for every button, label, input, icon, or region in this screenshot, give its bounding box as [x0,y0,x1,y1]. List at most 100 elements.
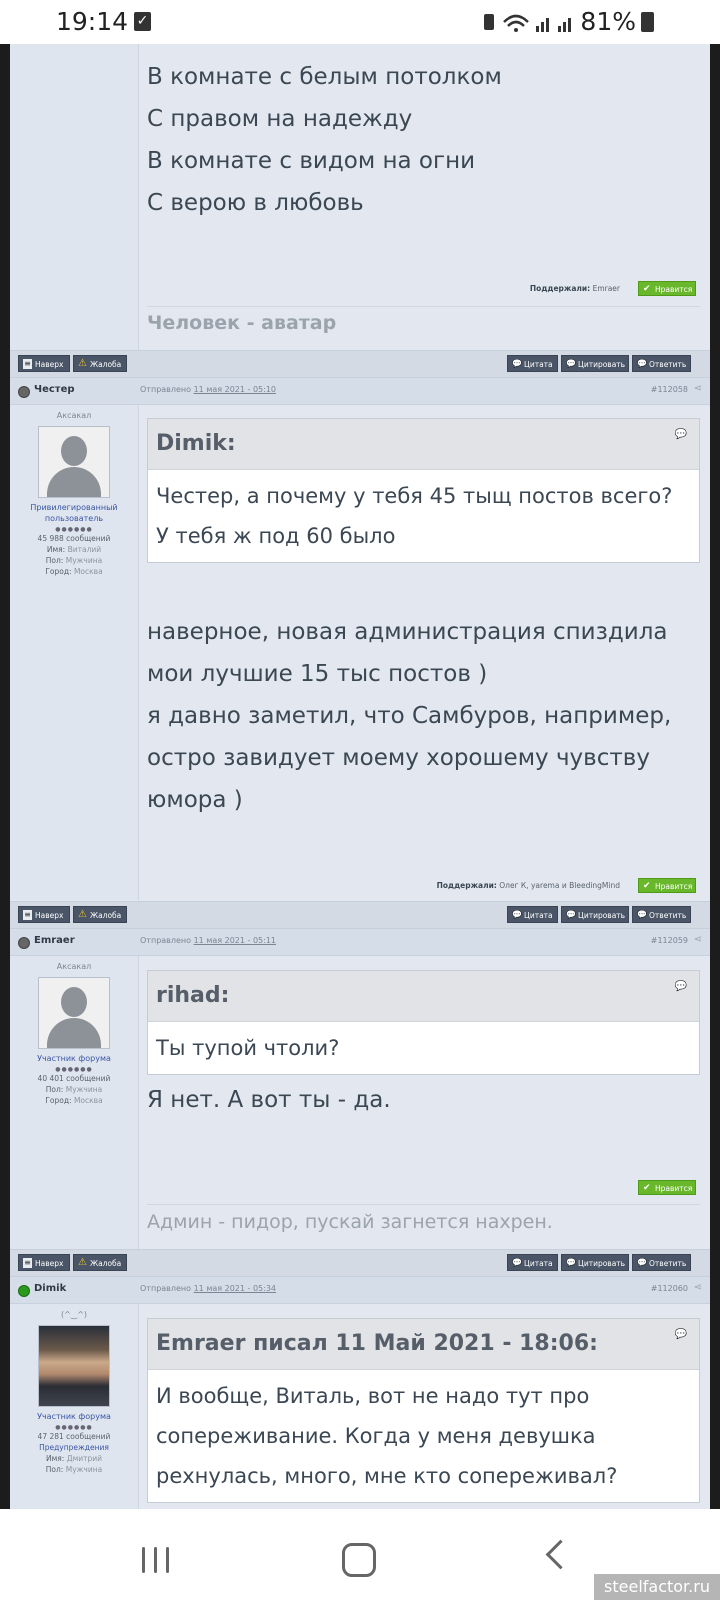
quote-block: rihad: 💬 Ты тупой чтоли? [147,970,700,1075]
share-icon[interactable]: ⋖ [694,383,702,394]
speech-bubble-icon: 💬 [512,359,522,368]
avatar[interactable] [38,977,110,1049]
likes-row: Поддержали: Emraer Нравится [147,281,696,297]
user-role: Участник форума [37,1412,111,1421]
quote-comment-icon[interactable]: 💬 [675,429,687,440]
quote-comment-icon[interactable]: 💬 [675,1329,687,1340]
signal-icons [484,14,571,32]
post-body: Dimik: 💬 Честер, а почему у тебя 45 тыщ … [147,418,700,821]
post-id-link[interactable]: #112058 [651,385,688,394]
top-button[interactable]: ≡ Наверх [18,355,70,372]
top-button[interactable]: ≡ Наверх [18,1254,70,1271]
username-link[interactable]: Dimik [34,1283,66,1294]
post-line: С правом на надежду [147,106,413,132]
speech-bubble-icon: 💬 [637,910,647,919]
speech-bubble-icon: 💬 [512,910,522,919]
forum-page[interactable]: В комнате с белым потолком С правом на н… [0,44,720,1509]
share-icon[interactable]: ⋖ [694,934,702,945]
reply-button[interactable]: 💬 Ответить [632,1254,691,1271]
speech-bubble-icon: 💬 [566,359,576,368]
home-icon[interactable] [342,1543,376,1577]
post-author-column [10,44,139,350]
post-date: Отправлено 11 мая 2021 - 05:11 [140,936,276,945]
post-author-column: Аксакал Участник форума ●●●●●● 40 401 со… [10,956,139,1249]
user-city-field: Город: Москва [45,567,103,576]
post-body: rihad: 💬 Ты тупой чтоли? Я нет. А вот ты… [147,970,700,1121]
quote-button[interactable]: 💬 Цитата [507,906,558,923]
rating-pips: ●●●●●● [55,526,93,533]
post-text: наверное, новая администрация спиздила м… [147,619,672,813]
quote-header: rihad: 💬 [148,971,699,1022]
quote-body: И вообще, Виталь, вот не надо тут про со… [156,1384,618,1488]
report-button[interactable]: ⚠ Жалоба [73,355,127,372]
rating-pips: ●●●●●● [55,1424,93,1431]
supported-by: Поддержали: Emraer [529,284,620,293]
quote-button[interactable]: 💬 Цитата [507,1254,558,1271]
user-city-field: Город: Москва [45,1096,103,1105]
warning-icon: ⚠ [78,1257,87,1268]
recent-apps-icon[interactable] [142,1547,170,1573]
post-text: Я нет. А вот ты - да. [147,1087,391,1113]
reply-button[interactable]: 💬 Ответить [632,355,691,372]
post-toolbar: ≡ Наверх ⚠ Жалоба 💬 Цитата 💬 Цитировать 💬 Отв… [10,350,710,378]
post-date: Отправлено 11 мая 2021 - 05:10 [140,385,276,394]
username-link[interactable]: Честер [34,384,75,395]
reply-button[interactable]: 💬 Ответить [632,906,691,923]
rating-pips: ●●●●●● [55,1066,93,1073]
report-button[interactable]: ⚠ Жалоба [73,1254,127,1271]
post: В комнате с белым потолком С правом на н… [10,44,710,350]
quote-header: Dimik: 💬 [148,419,699,470]
share-icon[interactable]: ⋖ [694,1282,702,1293]
post-body: В комнате с белым потолком С правом на н… [147,56,700,224]
post-id-link[interactable]: #112059 [651,936,688,945]
document-icon: ≡ [23,1258,32,1268]
username-link[interactable]: Emraer [34,935,75,946]
post-toolbar: ≡ Наверх ⚠ Жалоба 💬 Цитата 💬 Цитировать 💬 Отв… [10,901,710,929]
like-button[interactable]: Нравится [638,281,696,297]
quote-button[interactable]: 💬 Цитата [507,355,558,372]
post-count: 47 281 сообщений [37,1432,111,1441]
user-rank: Аксакал [56,962,92,971]
user-name-field: Имя: Виталий [46,545,102,554]
post-id-link[interactable]: #112060 [651,1284,688,1293]
quote-block: Dimik: 💬 Честер, а почему у тебя 45 тыщ … [147,418,700,563]
battery-icon [641,12,654,32]
offline-status-icon [18,937,30,949]
multiquote-button[interactable]: 💬 Цитировать [561,355,629,372]
user-sex-field: Пол: Мужчина [45,1465,103,1474]
offline-status-icon [18,386,30,398]
status-bar: 19:14 ✓ 81% [0,0,720,44]
post-author-column: (^‿^) Участник форума ●●●●●● 47 281 сооб… [10,1304,139,1509]
warning-icon: ⚠ [78,358,87,369]
avatar[interactable] [38,1325,110,1407]
post-header: Dimik Отправлено 11 мая 2021 - 05:34 #11… [10,1277,710,1304]
quote-comment-icon[interactable]: 💬 [675,981,687,992]
like-button[interactable]: Нравится [638,878,696,894]
speech-bubble-icon: 💬 [512,1258,522,1267]
multiquote-button[interactable]: 💬 Цитировать [561,906,629,923]
like-button[interactable]: Нравится [638,1180,696,1196]
document-icon: ≡ [23,359,32,369]
post-header: Emraer Отправлено 11 мая 2021 - 05:11 #1… [10,929,710,956]
avatar[interactable] [38,426,110,498]
warnings-link[interactable]: Предупреждения [10,1442,138,1453]
top-button[interactable]: ≡ Наверх [18,906,70,923]
post-count: 40 401 сообщений [37,1074,111,1083]
back-icon[interactable] [545,1539,576,1570]
online-status-icon [18,1285,30,1297]
report-button[interactable]: ⚠ Жалоба [73,906,127,923]
speech-bubble-icon: 💬 [637,359,647,368]
user-role: Привилегированный пользователь [30,503,118,523]
post-header: Честер Отправлено 11 мая 2021 - 05:10 #1… [10,378,710,405]
post-count: 45 988 сообщений [37,534,111,543]
warning-icon: ⚠ [78,909,87,920]
quote-block: Emraer писал 11 Май 2021 - 18:06: 💬 И во… [147,1318,700,1503]
multiquote-button[interactable]: 💬 Цитировать [561,1254,629,1271]
speech-bubble-icon: 💬 [566,910,576,919]
post-toolbar: ≡ Наверх ⚠ Жалоба 💬 Цитата 💬 Цитировать 💬 Отв… [10,1249,710,1277]
user-name-field: Имя: Дмитрий [46,1454,102,1463]
speech-bubble-icon: 💬 [566,1258,576,1267]
quote-author: Dimik: [156,431,236,456]
user-rank: (^‿^) [60,1310,88,1319]
quote-author: Emraer писал 11 Май 2021 - 18:06: [156,1331,598,1356]
